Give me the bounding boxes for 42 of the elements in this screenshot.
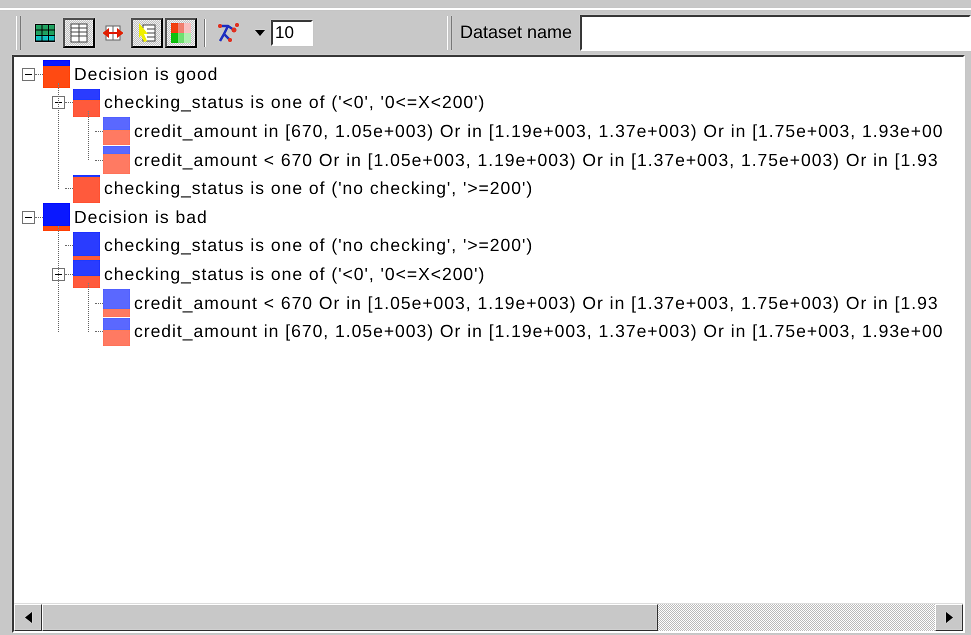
tree-node-label[interactable]: checking_status is one of ('<0', '0<=X<200') bbox=[104, 92, 486, 114]
toolbar-button[interactable] bbox=[165, 18, 197, 48]
class-distribution-icon bbox=[103, 117, 130, 146]
class-distribution-icon bbox=[103, 318, 130, 346]
table-icon bbox=[69, 22, 89, 42]
tree-node-label[interactable]: credit_amount in [670, 1.05e+003) Or in [1.19e+003, 1.37e+003) Or in [1.75e+003, 1.93e+00 bbox=[134, 120, 944, 142]
class-distribution-icon bbox=[73, 260, 100, 288]
class-distribution-icon bbox=[43, 203, 70, 232]
columns-arrows-icon bbox=[103, 24, 123, 42]
pointer-table-icon bbox=[137, 22, 157, 44]
dataset-name-label: Dataset name bbox=[460, 22, 572, 43]
right-arrow-icon bbox=[946, 612, 952, 623]
tree-node-label[interactable]: credit_amount < 670 Or in [1.05e+003, 1.19e+003) Or in [1.37e+003, 1.75e+003) Or in [1.93 bbox=[134, 292, 939, 314]
scroll-right-button[interactable] bbox=[935, 604, 963, 631]
scrollbar-thumb[interactable] bbox=[42, 604, 658, 631]
depth-field[interactable]: 10 bbox=[271, 20, 313, 46]
collapse-toggle[interactable] bbox=[52, 268, 65, 281]
color-grid-icon bbox=[170, 22, 192, 44]
tree-node-label[interactable]: checking_status is one of ('<0', '0<=X<200') bbox=[104, 264, 486, 285]
grid-icon bbox=[34, 22, 56, 42]
class-distribution-icon bbox=[43, 60, 70, 88]
left-arrow-icon bbox=[24, 612, 32, 623]
caret-icon[interactable] bbox=[255, 30, 265, 36]
scroll-left-button[interactable] bbox=[14, 604, 42, 631]
tree-node-label[interactable]: checking_status is one of ('no checking', '>=200') bbox=[104, 235, 534, 256]
class-distribution-icon bbox=[73, 174, 100, 203]
class-distribution-icon bbox=[73, 88, 100, 117]
tree-node-label[interactable]: credit_amount in [670, 1.05e+003) Or in [1.19e+003, 1.37e+003) Or in [1.75e+003, 1.93e+00 bbox=[134, 321, 944, 342]
tree-node-label[interactable]: credit_amount < 670 Or in [1.05e+003, 1.19e+003) Or in [1.37e+003, 1.75e+003) Or in [1.93 bbox=[134, 150, 939, 171]
tree-node-label[interactable]: checking_status is one of ('no checking', '>=200') bbox=[104, 178, 534, 200]
dataset-name-field[interactable] bbox=[580, 14, 971, 50]
toolbar-button[interactable] bbox=[63, 18, 95, 48]
tree-node-label[interactable]: Decision is good bbox=[74, 64, 218, 85]
class-distribution-icon bbox=[73, 232, 100, 260]
collapse-toggle[interactable] bbox=[22, 68, 35, 81]
collapse-toggle[interactable] bbox=[22, 210, 35, 224]
tree-node-label[interactable]: Decision is bad bbox=[74, 206, 208, 228]
class-distribution-icon bbox=[103, 289, 130, 318]
collapse-toggle[interactable] bbox=[52, 96, 65, 110]
toolbar-button[interactable] bbox=[131, 18, 163, 48]
class-distribution-icon bbox=[103, 146, 130, 174]
tree-graph-icon bbox=[217, 22, 241, 44]
